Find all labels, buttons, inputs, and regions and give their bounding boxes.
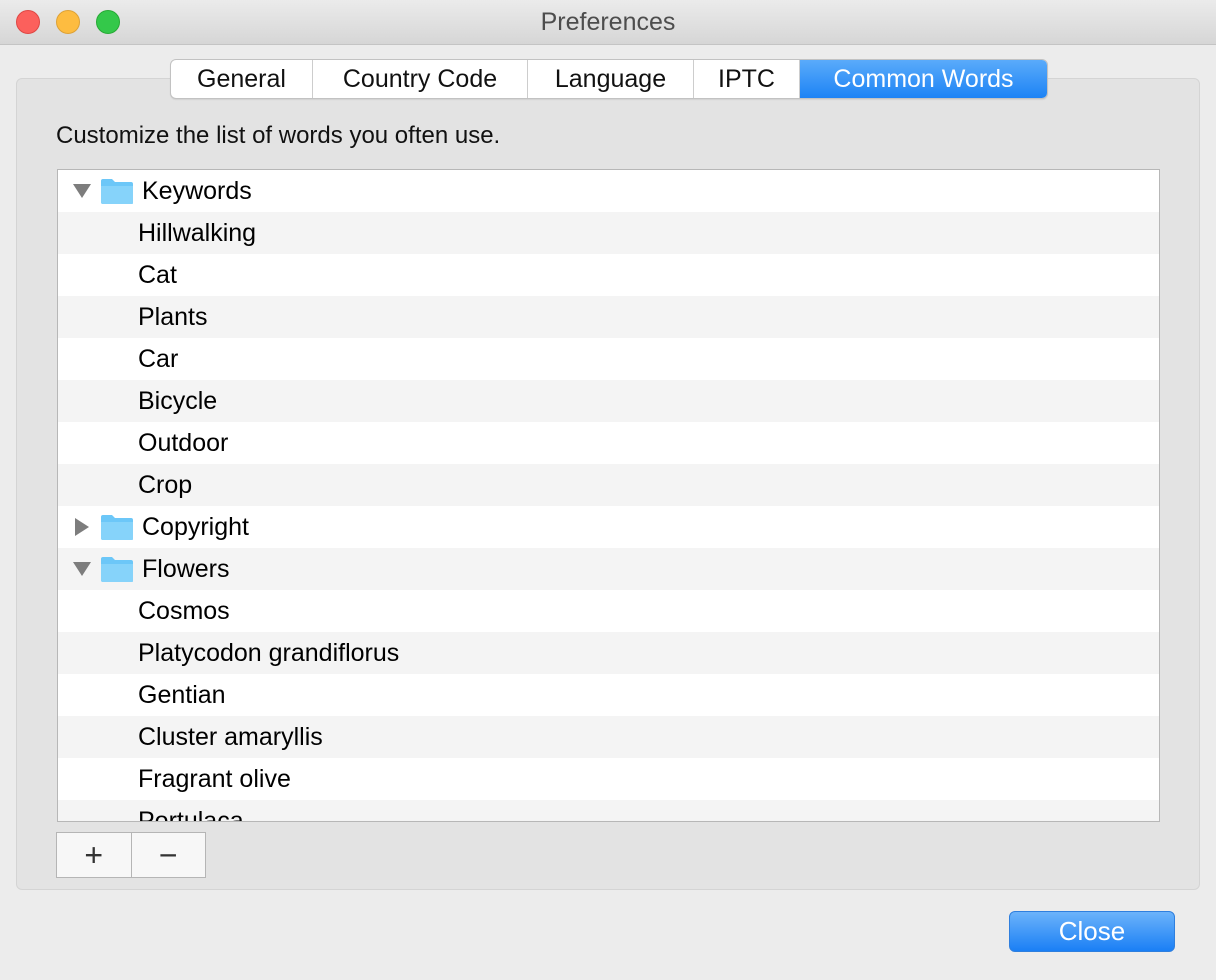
group-row-flowers[interactable]: Flowers (58, 548, 1159, 590)
item-label: Cosmos (138, 596, 230, 625)
list-item[interactable]: Outdoor (58, 422, 1159, 464)
item-label: Bicycle (138, 386, 218, 415)
list-item[interactable]: Bicycle (58, 380, 1159, 422)
group-row-keywords[interactable]: Keywords (58, 170, 1159, 212)
list-item[interactable]: Crop (58, 464, 1159, 506)
group-row-copyright[interactable]: Copyright (58, 506, 1159, 548)
item-label: Gentian (138, 680, 226, 709)
list-item[interactable]: Portulaca (58, 800, 1159, 822)
remove-button[interactable]: − (132, 833, 206, 877)
item-label: Fragrant olive (138, 764, 291, 793)
add-button[interactable]: + (57, 833, 132, 877)
item-label: Portulaca (138, 806, 244, 822)
item-label: Car (138, 344, 179, 373)
list-item[interactable]: Platycodon grandiflorus (58, 632, 1159, 674)
tab-common-words[interactable]: Common Words (800, 60, 1047, 98)
disclosure-expanded-icon[interactable] (72, 559, 92, 579)
add-remove-control: + − (56, 832, 206, 878)
disclosure-expanded-icon[interactable] (72, 181, 92, 201)
list-item[interactable]: Plants (58, 296, 1159, 338)
common-words-outline[interactable]: Keywords Hillwalking Cat Plants Car Bicy… (57, 169, 1160, 822)
description-text: Customize the list of words you often us… (56, 122, 501, 149)
list-item[interactable]: Car (58, 338, 1159, 380)
item-label: Outdoor (138, 428, 229, 457)
item-label: Cluster amaryllis (138, 722, 323, 751)
item-label: Crop (138, 470, 193, 499)
tab-iptc[interactable]: IPTC (694, 60, 800, 98)
group-label: Flowers (142, 554, 230, 583)
list-item[interactable]: Cluster amaryllis (58, 716, 1159, 758)
tab-language[interactable]: Language (528, 60, 694, 98)
item-label: Cat (138, 260, 177, 289)
tab-country-code[interactable]: Country Code (313, 60, 528, 98)
group-label: Copyright (142, 512, 249, 541)
window-title: Preferences (540, 8, 676, 36)
item-label: Platycodon grandiflorus (138, 638, 400, 667)
folder-icon (100, 177, 134, 205)
list-item[interactable]: Fragrant olive (58, 758, 1159, 800)
close-button[interactable]: Close (1009, 911, 1175, 952)
group-label: Keywords (142, 176, 252, 205)
folder-icon (100, 555, 134, 583)
title-bar: Preferences (0, 0, 1216, 45)
list-item[interactable]: Gentian (58, 674, 1159, 716)
list-item[interactable]: Hillwalking (58, 212, 1159, 254)
item-label: Hillwalking (138, 218, 257, 247)
item-label: Plants (138, 302, 208, 331)
folder-icon (100, 513, 134, 541)
disclosure-collapsed-icon[interactable] (72, 517, 92, 537)
tab-bar: General Country Code Language IPTC Commo… (170, 59, 1048, 99)
tab-general[interactable]: General (171, 60, 313, 98)
list-item[interactable]: Cosmos (58, 590, 1159, 632)
list-item[interactable]: Cat (58, 254, 1159, 296)
